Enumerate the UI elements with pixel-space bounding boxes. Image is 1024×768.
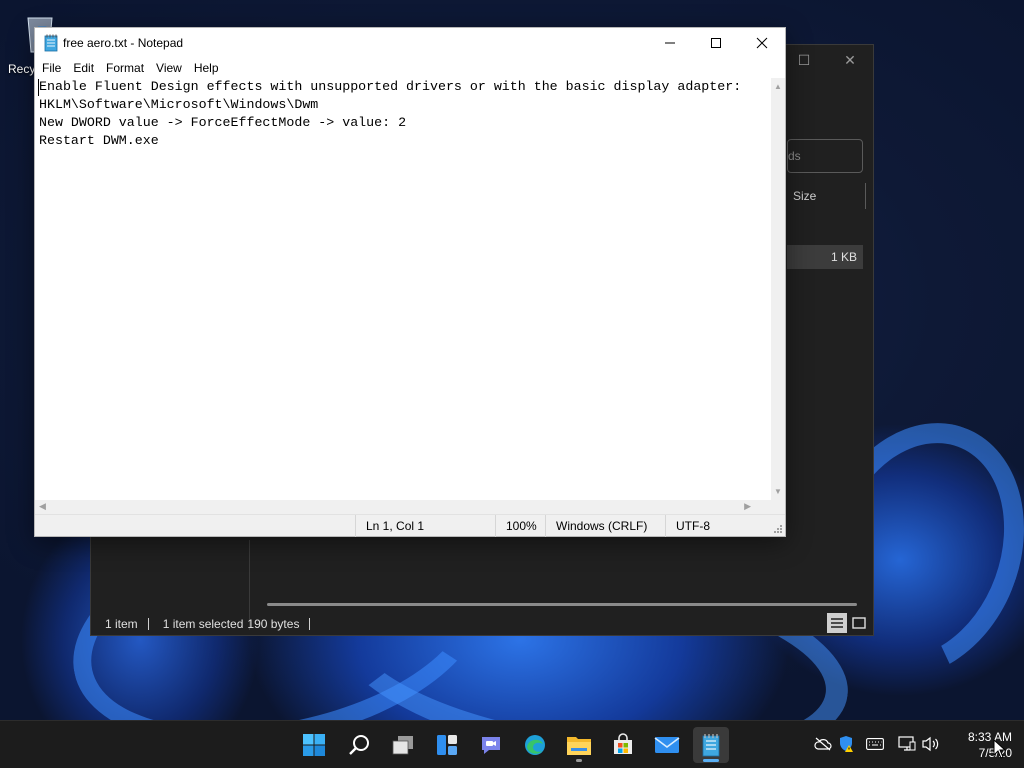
store-icon: [614, 733, 632, 754]
notepad-taskbar-button[interactable]: [693, 727, 729, 763]
column-header-size[interactable]: Size: [793, 189, 816, 203]
store-button[interactable]: [605, 727, 641, 763]
file-explorer-button[interactable]: [561, 727, 597, 763]
scrollbar-corner: [771, 500, 785, 514]
notepad-status-bar: Ln 1, Col 1 100% Windows (CRLF) UTF-8: [35, 514, 785, 537]
mouse-cursor-icon: [993, 739, 1007, 759]
minimize-icon[interactable]: [647, 28, 693, 58]
status-zoom: 100%: [495, 515, 545, 537]
notepad-title-bar[interactable]: free aero.txt - Notepad: [35, 28, 785, 58]
network-icon[interactable]: [896, 733, 918, 755]
status-selected-count: 1 item selected: [162, 617, 244, 631]
details-view-icon[interactable]: [827, 613, 847, 633]
edge-button[interactable]: [517, 727, 553, 763]
mail-icon: [654, 737, 680, 753]
widgets-button[interactable]: [429, 727, 465, 763]
notepad-menu-bar: File Edit Format View Help: [35, 58, 785, 78]
task-view-button[interactable]: [385, 727, 421, 763]
notepad-text-area[interactable]: Enable Fluent Design effects with unsupp…: [35, 78, 771, 500]
active-app-indicator: [703, 759, 719, 762]
close-icon[interactable]: [739, 28, 785, 58]
mail-button[interactable]: [649, 727, 685, 763]
vertical-scrollbar[interactable]: ▲ ▼: [771, 78, 785, 500]
menu-format[interactable]: Format: [101, 61, 151, 75]
search-icon: [349, 735, 369, 755]
text-line: Restart DWM.exe: [39, 133, 159, 148]
explorer-horizontal-scrollbar[interactable]: [267, 603, 857, 606]
scroll-down-icon[interactable]: ▼: [774, 487, 782, 496]
large-icons-view-icon[interactable]: [849, 613, 869, 633]
explorer-status-bar: 1 item 1 item selected 190 bytes: [91, 613, 873, 635]
status-item-count: 1 item: [105, 617, 138, 631]
chat-button[interactable]: [473, 727, 509, 763]
scroll-up-icon[interactable]: ▲: [774, 82, 782, 91]
status-encoding: UTF-8: [665, 515, 783, 537]
notepad-caption-buttons: [647, 28, 785, 58]
menu-view[interactable]: View: [151, 61, 189, 75]
file-explorer-icon: [567, 737, 591, 755]
file-row-selected[interactable]: 1 KB: [787, 245, 863, 269]
menu-help[interactable]: Help: [189, 61, 226, 75]
explorer-view-toggle: [827, 613, 869, 633]
security-warning-icon[interactable]: [836, 733, 858, 755]
notepad-window[interactable]: free aero.txt - Notepad File Edit Format…: [34, 27, 786, 537]
status-selected-size: 190 bytes: [247, 617, 300, 631]
notepad-app-icon: [44, 34, 58, 52]
keyboard-icon[interactable]: [864, 733, 886, 755]
scroll-right-icon[interactable]: ▶: [744, 501, 751, 512]
start-button[interactable]: [296, 727, 332, 763]
search-button[interactable]: [341, 727, 377, 763]
explorer-caption-buttons: ☐ ✕: [781, 45, 873, 75]
status-separator: [309, 618, 311, 630]
file-size: 1 KB: [830, 250, 857, 264]
maximize-icon[interactable]: [693, 28, 739, 58]
task-view-icon: [392, 736, 413, 755]
text-caret: [38, 79, 39, 96]
notepad-icon: [702, 734, 720, 757]
horizontal-scrollbar[interactable]: ◀ ▶: [35, 500, 771, 514]
resize-grip-icon[interactable]: [773, 524, 783, 534]
taskbar: 8:33 AM 7/5/20: [0, 720, 1024, 768]
text-line: Enable Fluent Design effects with unsupp…: [39, 79, 742, 94]
status-line-endings: Windows (CRLF): [545, 515, 665, 537]
menu-edit[interactable]: Edit: [68, 61, 101, 75]
explorer-maximize-icon[interactable]: ☐: [781, 45, 827, 75]
onedrive-offline-icon[interactable]: [812, 733, 834, 755]
running-indicator: [576, 759, 582, 762]
explorer-search-placeholder: ds: [788, 149, 801, 163]
widgets-icon: [437, 735, 457, 755]
volume-icon[interactable]: [920, 733, 942, 755]
column-divider[interactable]: [865, 183, 866, 209]
explorer-search-input[interactable]: ds: [787, 139, 863, 173]
edge-icon: [525, 735, 545, 755]
explorer-close-icon[interactable]: ✕: [827, 45, 873, 75]
menu-file[interactable]: File: [37, 61, 68, 75]
notepad-window-title: free aero.txt - Notepad: [63, 36, 184, 50]
scroll-left-icon[interactable]: ◀: [39, 501, 46, 512]
text-line: HKLM\Software\Microsoft\Windows\Dwm: [39, 97, 319, 112]
status-cursor-position: Ln 1, Col 1: [355, 515, 495, 537]
chat-icon: [482, 737, 500, 754]
text-line: New DWORD value -> ForceEffectMode -> va…: [39, 115, 407, 130]
start-icon: [303, 734, 325, 756]
